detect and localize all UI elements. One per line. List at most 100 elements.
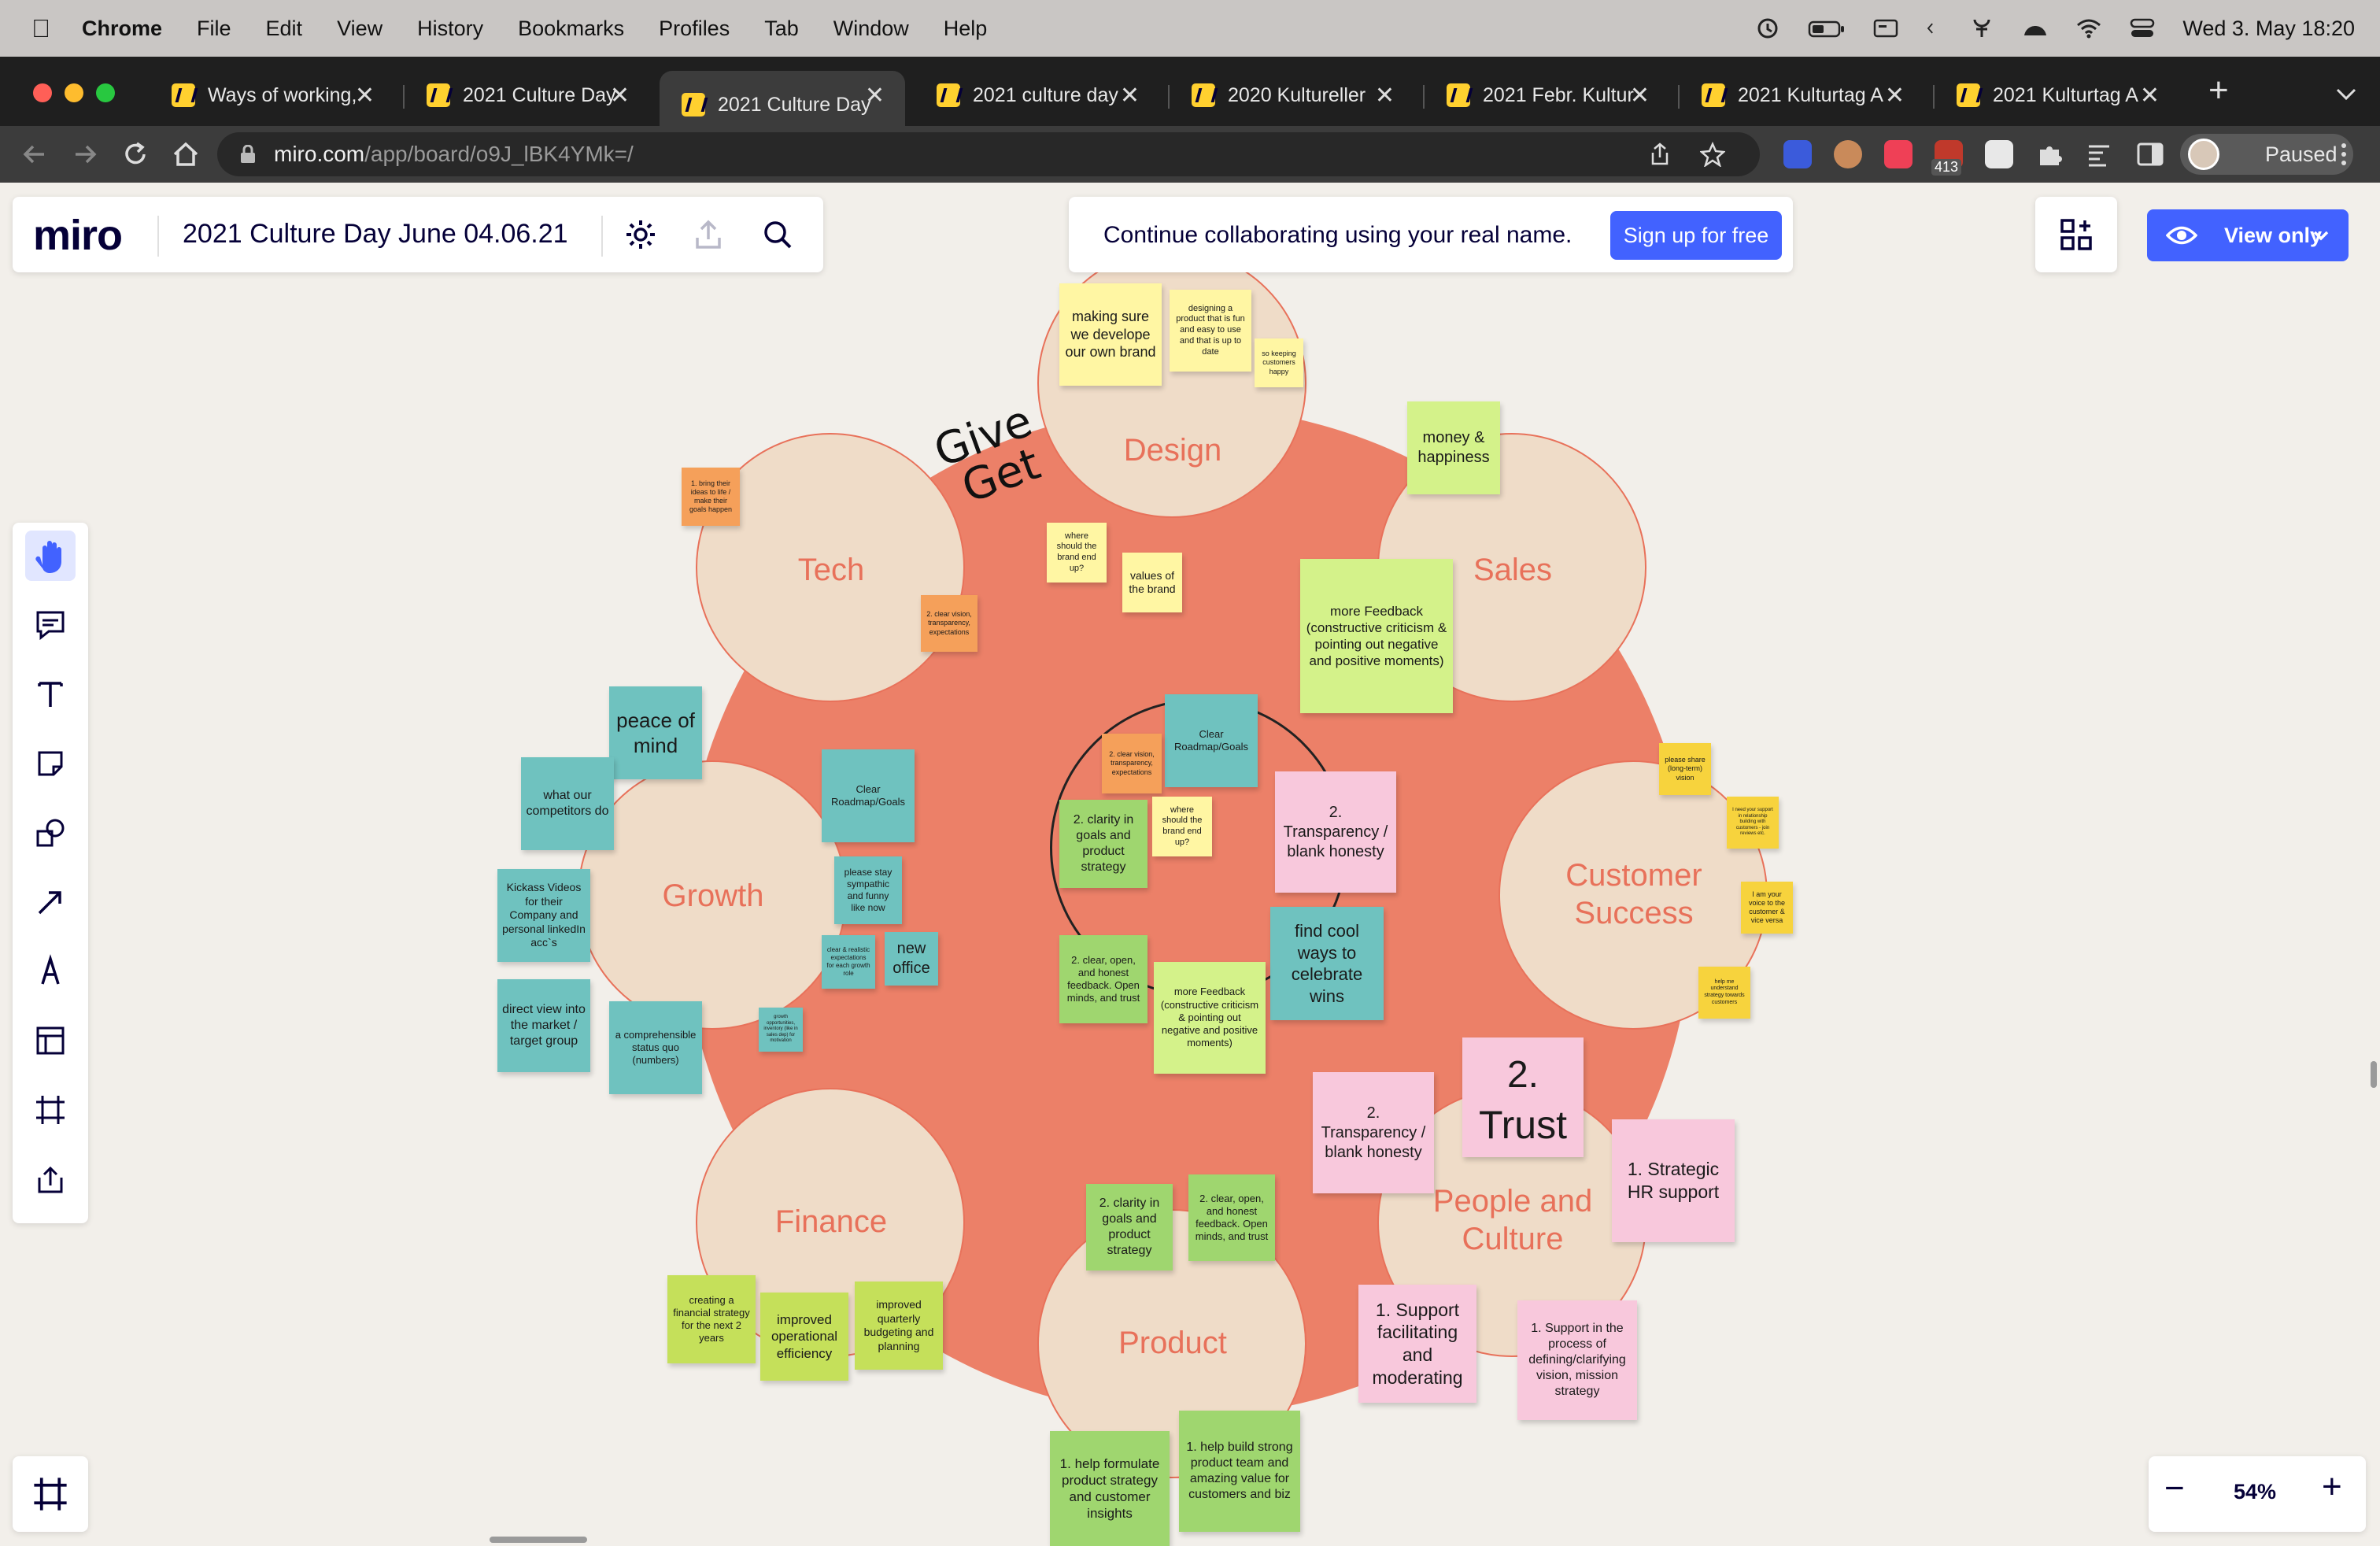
view-only-button[interactable]: View only [2147, 209, 2349, 261]
close-tab-icon[interactable]: ✕ [1120, 82, 1140, 109]
frames-panel-button[interactable] [13, 1456, 88, 1532]
sticky-note[interactable]: 2. clear, open, and honest feedback. Ope… [1188, 1174, 1275, 1261]
sticky-note[interactable]: peace of mind [609, 686, 702, 779]
menu-profiles[interactable]: Profiles [659, 17, 730, 41]
time-machine-icon[interactable] [1754, 17, 1781, 40]
back-icon[interactable] [17, 137, 52, 172]
menu-bookmarks[interactable]: Bookmarks [518, 17, 624, 41]
sticky-note[interactable]: find cool ways to celebrate wins [1270, 907, 1384, 1020]
lock-icon[interactable] [239, 145, 257, 164]
menu-app-name[interactable]: Chrome [82, 17, 162, 41]
sticky-note[interactable]: 1. bring their ideas to life / make thei… [682, 468, 740, 526]
sticky-note[interactable]: designing a product that is fun and easy… [1170, 290, 1251, 372]
zoom-in-button[interactable]: + [2322, 1467, 2342, 1507]
board-title[interactable]: 2021 Culture Day June 04.06.21 [183, 219, 568, 250]
zoom-out-button[interactable]: − [2164, 1469, 2185, 1508]
close-tab-icon[interactable]: ✕ [1885, 82, 1905, 109]
vpn-icon[interactable] [1968, 17, 1995, 40]
menu-help[interactable]: Help [944, 17, 988, 41]
menu-file[interactable]: File [197, 17, 231, 41]
sticky-note-trust[interactable]: 2. Trust [1462, 1037, 1584, 1157]
comment-tool-button[interactable] [25, 600, 76, 650]
frame-tool-button[interactable] [25, 1085, 76, 1135]
menubar-datetime[interactable]: Wed 3. May 18:20 [2182, 17, 2355, 41]
wifi-icon[interactable] [2075, 17, 2102, 40]
new-tab-icon[interactable]: + [2208, 71, 2229, 110]
sticky-note[interactable]: where should the brand end up? [1152, 797, 1212, 856]
pocket-icon[interactable] [1884, 140, 1913, 168]
sticky-note[interactable]: improved operational efficiency [760, 1293, 848, 1381]
menu-tab[interactable]: Tab [764, 17, 799, 41]
browser-tab[interactable]: 2021 Culture Day ✕ [405, 71, 650, 120]
kebab-menu-icon[interactable] [2334, 140, 2353, 168]
sticky-note[interactable]: Clear Roadmap/Goals [1165, 694, 1258, 787]
browser-tab[interactable]: 2020 Kultureller ✕ [1170, 71, 1415, 120]
reading-list-icon[interactable] [2086, 140, 2114, 168]
close-tab-icon[interactable]: ✕ [2140, 82, 2160, 109]
close-tab-icon[interactable]: ✕ [865, 82, 885, 109]
sticky-note[interactable]: help me understand strategy towards cust… [1698, 967, 1750, 1019]
arrow-tool-button[interactable] [25, 877, 76, 927]
search-icon[interactable] [760, 217, 795, 252]
reload-icon[interactable] [118, 137, 153, 172]
extension-face-icon[interactable] [1834, 140, 1862, 168]
browser-tab[interactable]: Ways of working, ✕ [150, 71, 395, 120]
apple-icon[interactable]:  [0, 14, 82, 43]
sticky-note[interactable]: 2. Transparency / blank honesty [1275, 771, 1396, 893]
tab-search-chevron-icon[interactable] [2334, 87, 2358, 102]
horizontal-scrollbar[interactable] [490, 1537, 587, 1543]
browser-tab[interactable]: 2021 culture day ✕ [915, 71, 1160, 120]
sticky-note[interactable]: 1. help formulate product strategy and c… [1050, 1431, 1170, 1546]
miro-logo[interactable]: miro [33, 211, 123, 260]
sticky-note[interactable]: improved quarterly budgeting and plannin… [855, 1282, 943, 1370]
templates-tool-button[interactable] [25, 1015, 76, 1066]
forward-icon[interactable] [68, 137, 102, 172]
sticky-note[interactable]: values of the brand [1122, 553, 1182, 612]
settings-gear-icon[interactable] [623, 217, 658, 252]
profile-button[interactable]: Paused [2180, 134, 2353, 175]
sticky-note[interactable]: 2. clear vision, transparency, expectati… [921, 595, 978, 652]
browser-tab[interactable]: 2021 Febr. Kultur ✕ [1425, 71, 1670, 120]
extensions-puzzle-icon[interactable] [2035, 140, 2064, 168]
sticky-note[interactable]: 2. clear vision, transparency, expectati… [1102, 734, 1162, 793]
sticky-note[interactable]: more Feedback (constructive criticism & … [1154, 962, 1266, 1074]
export-icon[interactable] [691, 217, 726, 252]
close-window-button[interactable] [33, 83, 52, 102]
sticky-note[interactable]: clear & realistic expectations for each … [822, 935, 875, 989]
display-icon[interactable] [1872, 17, 1899, 40]
zoom-level[interactable]: 54% [2234, 1480, 2276, 1504]
sticky-note[interactable]: please share (long-term) vision [1659, 743, 1711, 795]
sticky-note[interactable]: 1. Support in the process of defining/cl… [1517, 1300, 1637, 1420]
sticky-note[interactable]: 1. help build strong product team and am… [1179, 1411, 1300, 1532]
sticky-note[interactable]: Kickass Videos for their Company and per… [497, 869, 590, 962]
menu-window[interactable]: Window [833, 17, 909, 41]
menu-edit[interactable]: Edit [266, 17, 303, 41]
sticky-note[interactable]: please stay sympathic and funny like now [834, 856, 902, 924]
sticky-note[interactable]: money & happiness [1407, 401, 1500, 494]
sticky-note[interactable]: I need your support in relationship buil… [1727, 797, 1779, 849]
sticky-note[interactable]: direct view into the market / target gro… [497, 979, 590, 1072]
sticky-note[interactable]: so keeping customers happy [1255, 338, 1303, 387]
browser-tab[interactable]: 2021 Kulturtag A ✕ [1935, 71, 2180, 120]
maximize-window-button[interactable] [96, 83, 115, 102]
hand-tool-button[interactable] [25, 531, 76, 581]
sticky-note[interactable]: growth opportunities, inventory (like in… [759, 1008, 803, 1052]
text-tool-button[interactable] [25, 669, 76, 719]
sticky-note-tool-button[interactable] [25, 738, 76, 789]
sticky-note[interactable]: 2. clarity in goals and product strategy [1086, 1184, 1173, 1270]
sticky-note[interactable]: 2. Transparency / blank honesty [1313, 1072, 1434, 1193]
pen-tool-button[interactable] [25, 946, 76, 997]
sticky-note[interactable]: Clear Roadmap/Goals [822, 749, 915, 842]
minimize-window-button[interactable] [65, 83, 83, 102]
app-status-icon[interactable] [2022, 17, 2049, 40]
control-center-icon[interactable] [2129, 17, 2156, 40]
extension-box-icon[interactable] [1985, 140, 2013, 168]
sticky-note[interactable]: 1. Strategic HR support [1612, 1119, 1735, 1242]
sticky-note[interactable]: more Feedback (constructive criticism & … [1300, 559, 1453, 713]
close-tab-icon[interactable]: ✕ [1375, 82, 1395, 109]
sticky-note[interactable]: what our competitors do [521, 757, 614, 850]
battery-icon[interactable] [1808, 17, 1846, 40]
bitwarden-icon[interactable] [1783, 140, 1812, 168]
sticky-note[interactable]: a comprehensible status quo (numbers) [609, 1001, 702, 1094]
sticky-note[interactable]: I am your voice to the customer & vice v… [1741, 882, 1793, 934]
